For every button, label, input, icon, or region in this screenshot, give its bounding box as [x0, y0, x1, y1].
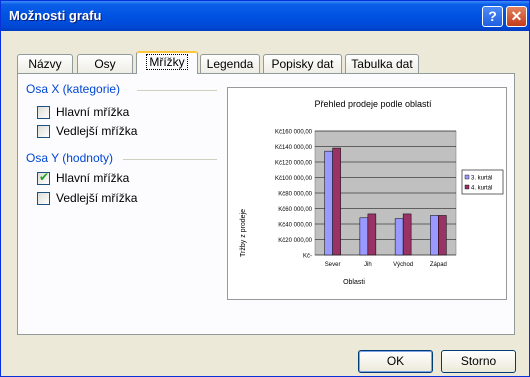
- x-major-gridlines-checkbox[interactable]: [37, 106, 50, 119]
- y-tick-label: Kč160 000,00: [275, 130, 313, 136]
- y-tick-label: Kč-: [303, 254, 312, 260]
- chart-ylabel: Tržby z prodeje: [240, 209, 247, 257]
- y-tick-label: Kč120 000,00: [275, 161, 313, 167]
- bar: [332, 147, 341, 256]
- chart-svg: Přehled prodeje podle oblastí Tržby z pr…: [240, 99, 504, 286]
- chart-x-ticks: Sever Jih Východ Západ: [325, 262, 447, 268]
- y-tick-label: Kč40 000,00: [278, 223, 312, 229]
- bar: [438, 215, 447, 256]
- bar: [359, 217, 369, 256]
- y-minor-gridlines-checkbox[interactable]: [37, 192, 50, 205]
- x-minor-gridlines-label[interactable]: Vedlejší mřížka: [56, 124, 137, 138]
- tab-tabulka-dat[interactable]: Tabulka dat: [345, 54, 419, 73]
- chart-y-ticks: Kč- Kč20 000,00 Kč40 000,00 Kč60 000,00 Kč80…: [275, 130, 313, 260]
- y-major-gridlines-checkbox[interactable]: [37, 170, 50, 185]
- y-tick-label: Kč60 000,00: [278, 207, 312, 213]
- legend-label: 3. kurtál: [471, 176, 492, 182]
- y-major-gridlines-label[interactable]: Hlavní mřížka: [56, 171, 129, 185]
- legend-swatch: [464, 184, 470, 190]
- ok-button[interactable]: OK: [358, 350, 433, 373]
- dialog-title: Možnosti grafu: [9, 8, 102, 23]
- y-axis-group-divider: [123, 159, 217, 160]
- tab-mrizky[interactable]: Mřížky: [136, 51, 198, 74]
- x-tick-label: Východ: [393, 262, 413, 268]
- legend-swatch: [464, 174, 470, 180]
- x-tick-label: Jih: [364, 262, 372, 268]
- bar: [430, 215, 439, 256]
- bar: [394, 218, 404, 256]
- bar: [367, 213, 377, 256]
- tab-nazvy[interactable]: Názvy: [17, 54, 73, 73]
- chart-preview: Přehled prodeje podle oblastí Tržby z pr…: [227, 87, 507, 300]
- x-major-gridlines-label[interactable]: Hlavní mřížka: [56, 105, 129, 119]
- chart-title: Přehled prodeje podle oblastí: [314, 99, 432, 109]
- title-bar[interactable]: Možnosti grafu ? ✕: [1, 1, 529, 31]
- tab-legenda[interactable]: Legenda: [200, 54, 260, 73]
- tab-osy[interactable]: Osy: [77, 54, 133, 73]
- y-tick-label: Kč140 000,00: [275, 145, 313, 151]
- x-axis-group-label: Osa X (kategorie): [26, 82, 121, 96]
- y-axis-group-label: Osa Y (hodnoty): [26, 151, 113, 165]
- y-tick-label: Kč20 000,00: [278, 238, 312, 244]
- chart-xlabel: Oblasti: [343, 279, 365, 286]
- help-button[interactable]: ?: [482, 6, 503, 27]
- x-minor-gridlines-checkbox[interactable]: [37, 125, 50, 138]
- y-tick-label: Kč80 000,00: [278, 192, 312, 198]
- close-button[interactable]: ✕: [506, 6, 527, 27]
- y-tick-label: Kč100 000,00: [275, 176, 313, 182]
- x-axis-group-divider: [137, 90, 217, 91]
- x-tick-label: Sever: [325, 262, 341, 268]
- bar: [402, 213, 412, 256]
- bar: [324, 150, 333, 256]
- chart-legend: 3. kurtál 4. kurtál: [461, 169, 504, 195]
- chart-options-dialog: Možnosti grafu ? ✕ Názvy Osy Mřížky Lege…: [0, 0, 530, 377]
- tab-popisky-dat[interactable]: Popisky dat: [263, 54, 342, 73]
- y-minor-gridlines-label[interactable]: Vedlejší mřížka: [56, 191, 137, 205]
- x-tick-label: Západ: [430, 262, 447, 268]
- tab-mrizky-label: Mřížky: [146, 54, 188, 70]
- cancel-button[interactable]: Storno: [441, 350, 516, 373]
- legend-label: 4. kurtál: [471, 186, 492, 192]
